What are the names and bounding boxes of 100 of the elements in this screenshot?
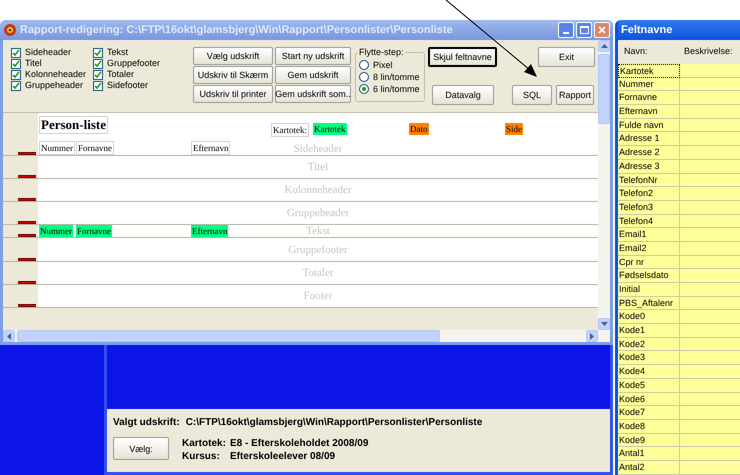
- checkbox[interactable]: [11, 58, 21, 68]
- description-cell[interactable]: [680, 310, 740, 324]
- description-cell[interactable]: [680, 64, 740, 78]
- field-name-cell[interactable]: Kode8: [618, 420, 680, 434]
- description-cell[interactable]: [680, 118, 740, 132]
- field-name-cell[interactable]: Kode1: [618, 324, 680, 338]
- description-cell[interactable]: [680, 132, 740, 146]
- field-name-cell[interactable]: Fulde navn: [618, 118, 680, 132]
- field-name-cell[interactable]: Cpr nr: [618, 256, 680, 270]
- field-name-cell[interactable]: Kode2: [618, 338, 680, 352]
- field-name-cell[interactable]: Telefon4: [618, 214, 680, 228]
- band-marker[interactable]: [18, 221, 36, 224]
- choose-button[interactable]: Vælg:: [113, 437, 169, 460]
- description-cell[interactable]: [680, 187, 740, 201]
- description-cell[interactable]: [680, 351, 740, 366]
- print-button[interactable]: Udskriv til printer: [193, 85, 273, 103]
- band-marker[interactable]: [18, 304, 36, 307]
- field-name-cell[interactable]: Nummer: [618, 78, 680, 92]
- description-cell[interactable]: [680, 406, 740, 420]
- report-field[interactable]: Side: [505, 123, 524, 135]
- report-button[interactable]: Rapport: [556, 85, 594, 105]
- vertical-scrollbar[interactable]: [598, 40, 610, 330]
- description-cell[interactable]: [680, 447, 740, 461]
- print-button[interactable]: Udskriv til Skærm: [193, 66, 273, 84]
- band-marker[interactable]: [18, 198, 36, 201]
- field-name-cell[interactable]: Adresse 3: [618, 160, 680, 174]
- description-cell[interactable]: [680, 214, 740, 228]
- field-name-cell[interactable]: Antal1: [618, 447, 680, 461]
- description-cell[interactable]: [680, 228, 740, 242]
- field-name-cell[interactable]: Kode9: [618, 434, 680, 448]
- checkbox[interactable]: [93, 70, 103, 80]
- field-name-cell[interactable]: Kode7: [618, 406, 680, 420]
- description-cell[interactable]: [680, 91, 740, 106]
- band-marker[interactable]: [18, 175, 36, 178]
- radio-button[interactable]: [359, 72, 369, 82]
- save-button[interactable]: Start ny udskrift: [275, 47, 351, 65]
- exit-button[interactable]: Exit: [538, 47, 595, 67]
- description-cell[interactable]: [680, 392, 740, 406]
- field-name-cell[interactable]: Telefon2: [618, 187, 680, 201]
- description-cell[interactable]: [680, 296, 740, 310]
- field-name-cell[interactable]: Kartotek: [618, 64, 680, 78]
- description-cell[interactable]: [680, 105, 740, 119]
- report-field[interactable]: Fornavne: [76, 225, 112, 237]
- field-name-cell[interactable]: Kode6: [618, 392, 680, 406]
- field-name-cell[interactable]: Adresse 1: [618, 132, 680, 146]
- checkbox[interactable]: [11, 70, 21, 80]
- scrollbar-thumb[interactable]: [598, 54, 610, 124]
- sql-button[interactable]: SQL: [512, 85, 552, 105]
- band-marker[interactable]: [18, 258, 36, 261]
- print-button[interactable]: Vælg udskrift: [193, 47, 273, 65]
- report-field[interactable]: Nummer: [39, 225, 73, 237]
- scrollbar-thumb[interactable]: [17, 330, 440, 342]
- description-cell[interactable]: [680, 242, 740, 256]
- description-cell[interactable]: [680, 146, 740, 160]
- field-name-cell[interactable]: Antal2: [618, 460, 680, 475]
- radio-button[interactable]: [359, 84, 369, 94]
- checkbox[interactable]: [11, 48, 21, 58]
- radio-button[interactable]: [359, 60, 369, 70]
- band-marker[interactable]: [18, 152, 36, 155]
- description-cell[interactable]: [680, 256, 740, 270]
- report-field[interactable]: Efternavn: [191, 225, 228, 237]
- maximize-button[interactable]: [576, 22, 592, 38]
- report-field[interactable]: Efternavn: [191, 141, 230, 155]
- checkbox[interactable]: [93, 48, 103, 58]
- description-cell[interactable]: [680, 160, 740, 174]
- checkbox[interactable]: [93, 58, 103, 68]
- hide-fields-button[interactable]: Skjul feltnavne: [428, 47, 497, 67]
- report-field[interactable]: Kartotek: [313, 123, 346, 135]
- description-cell[interactable]: [680, 365, 740, 379]
- description-cell[interactable]: [680, 78, 740, 92]
- field-name-cell[interactable]: Fornavne: [618, 91, 680, 106]
- description-cell[interactable]: [680, 338, 740, 352]
- report-field[interactable]: Dato: [409, 123, 428, 135]
- report-title[interactable]: Person-liste: [39, 116, 108, 134]
- description-cell[interactable]: [680, 200, 740, 215]
- field-name-cell[interactable]: Efternavn: [618, 105, 680, 119]
- field-name-cell[interactable]: Kode0: [618, 310, 680, 324]
- field-name-cell[interactable]: Kode4: [618, 365, 680, 379]
- field-name-cell[interactable]: Kode3: [618, 351, 680, 366]
- report-field[interactable]: Kartotek:: [271, 123, 309, 137]
- report-field[interactable]: Fornavne: [76, 141, 114, 155]
- minimize-button[interactable]: [558, 22, 574, 38]
- field-name-cell[interactable]: Fødselsdato: [618, 269, 680, 283]
- description-cell[interactable]: [680, 269, 740, 283]
- data-button[interactable]: Datavalg: [432, 85, 494, 105]
- checkbox[interactable]: [93, 80, 103, 90]
- description-cell[interactable]: [680, 434, 740, 448]
- field-name-cell[interactable]: Adresse 2: [618, 146, 680, 160]
- band-marker[interactable]: [18, 234, 36, 237]
- description-cell[interactable]: [680, 174, 740, 188]
- save-button[interactable]: Gem udskrift: [275, 66, 351, 84]
- description-cell[interactable]: [680, 378, 740, 392]
- description-cell[interactable]: [680, 324, 740, 338]
- band-marker[interactable]: [18, 281, 36, 284]
- description-cell[interactable]: [680, 420, 740, 434]
- field-name-cell[interactable]: Kode5: [618, 378, 680, 392]
- field-name-cell[interactable]: Initial: [618, 283, 680, 297]
- field-name-cell[interactable]: Email2: [618, 242, 680, 256]
- field-name-cell[interactable]: TelefonNr: [618, 174, 680, 188]
- description-cell[interactable]: [680, 283, 740, 297]
